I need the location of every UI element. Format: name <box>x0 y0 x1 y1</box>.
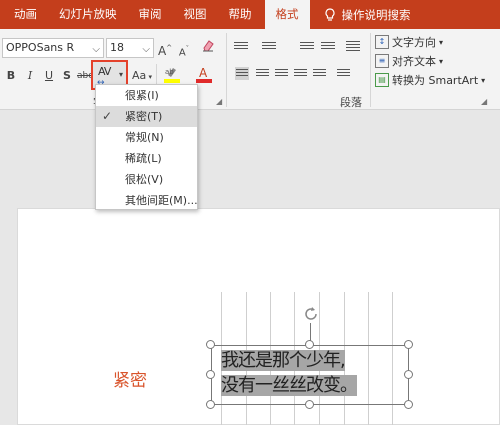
ribbon: OPPOSans R ⌵ 18 ⌵ A^ Aˇ B I U S abc AV ↔… <box>0 29 500 110</box>
chevron-down-icon: ▾ <box>439 56 444 66</box>
menu-item-label: 很松 <box>125 173 147 186</box>
menu-item-key: (M)... <box>169 194 198 207</box>
resize-handle[interactable] <box>404 370 413 379</box>
grow-font-label: A <box>158 44 167 58</box>
text-direction-icon: ↕ <box>375 35 389 49</box>
font-size-combo[interactable]: 18 ⌵ <box>106 38 154 58</box>
justify-icon[interactable] <box>294 69 307 78</box>
chevron-down-icon: ▾ <box>118 70 123 79</box>
tab-slideshow[interactable]: 幻灯片放映 <box>48 0 128 29</box>
rotate-handle-icon[interactable] <box>302 305 320 323</box>
tab-animation[interactable]: 动画 <box>0 0 48 29</box>
font-name-combo[interactable]: OPPOSans R ⌵ <box>2 38 104 58</box>
slide-label-text[interactable]: 紧密 <box>113 366 147 391</box>
menu-item-key: (L) <box>147 152 162 165</box>
svg-text:ab: ab <box>165 68 174 76</box>
menu-item-label: 紧密 <box>125 110 147 123</box>
shrink-font-button[interactable]: Aˇ <box>177 40 191 58</box>
svg-text:A: A <box>199 66 208 80</box>
tell-me-search[interactable]: 操作说明搜索 <box>312 7 411 23</box>
dialog-launcher-icon[interactable]: ◢ <box>216 97 222 106</box>
align-right-icon[interactable] <box>275 69 288 78</box>
spacing-icon-label: AV <box>98 65 111 78</box>
menu-item-key: (N) <box>147 131 164 144</box>
resize-handle[interactable] <box>305 340 314 349</box>
paragraph-group-label: 段落 <box>340 96 362 109</box>
menu-item-tight[interactable]: ✓ 紧密(T) <box>96 106 197 127</box>
grow-font-button[interactable]: A^ <box>158 39 172 58</box>
change-case-button[interactable]: Aa ▾ <box>130 67 154 85</box>
increase-indent-icon[interactable] <box>321 42 335 51</box>
resize-handle[interactable] <box>404 340 413 349</box>
highlight-color-button[interactable]: ab <box>161 65 183 83</box>
lightbulb-icon <box>324 7 336 22</box>
decrease-indent-icon[interactable] <box>300 42 314 51</box>
numbering-icon[interactable] <box>262 42 276 51</box>
tell-me-label: 操作说明搜索 <box>341 7 411 22</box>
convert-smartart-button[interactable]: ▤ 转换为 SmartArt ▾ <box>375 72 485 88</box>
chevron-down-icon: ▾ <box>481 75 486 85</box>
character-spacing-menu: 很紧(I) ✓ 紧密(T) 常规(N) 稀疏(L) 很松(V) 其他间距(M).… <box>95 84 198 210</box>
text-direction-label: 文字方向 <box>392 36 436 49</box>
align-text-label: 对齐文本 <box>392 55 436 68</box>
align-text-button[interactable]: ≡ 对齐文本 ▾ <box>375 53 443 69</box>
align-left-icon[interactable] <box>235 67 249 80</box>
align-center-icon[interactable] <box>256 69 269 78</box>
menu-item-label: 很紧 <box>125 89 147 102</box>
smartart-icon: ▤ <box>375 73 389 87</box>
menu-item-more-spacing[interactable]: 其他间距(M)... <box>96 190 198 211</box>
menu-item-label: 常规 <box>125 131 147 144</box>
chevron-down-icon[interactable]: ⌵ <box>92 41 100 59</box>
menu-item-very-loose[interactable]: 很松(V) <box>96 169 197 190</box>
menu-item-label: 稀疏 <box>125 152 147 165</box>
textbox-line-1: 我还是那个少年, <box>221 350 346 371</box>
chevron-down-icon: ▾ <box>439 37 444 47</box>
menu-item-key: (T) <box>147 110 163 123</box>
divider <box>370 33 371 107</box>
bold-button[interactable]: B <box>5 67 17 85</box>
menu-item-loose[interactable]: 稀疏(L) <box>96 148 197 169</box>
columns-icon[interactable] <box>337 69 350 78</box>
divider <box>226 33 227 107</box>
clear-formatting-button[interactable] <box>200 38 216 56</box>
textbox-line-2: 没有一丝丝改变。 <box>221 375 358 396</box>
bullets-icon[interactable] <box>234 42 248 51</box>
resize-handle[interactable] <box>206 400 215 409</box>
smartart-label: 转换为 SmartArt <box>392 74 479 87</box>
font-size-value: 18 <box>110 41 124 54</box>
italic-button[interactable]: I <box>24 67 36 85</box>
highlighter-icon: ab <box>164 68 180 83</box>
underline-button[interactable]: U <box>43 67 55 85</box>
tab-view[interactable]: 视图 <box>173 0 218 29</box>
font-color-icon: A <box>196 66 212 83</box>
align-text-icon: ≡ <box>375 54 389 68</box>
tab-review[interactable]: 审阅 <box>128 0 173 29</box>
resize-handle[interactable] <box>206 370 215 379</box>
ribbon-tab-bar: 动画 幻灯片放映 审阅 视图 帮助 格式 操作说明搜索 <box>0 0 500 29</box>
change-case-label: Aa <box>131 69 147 82</box>
resize-handle[interactable] <box>404 400 413 409</box>
font-color-button[interactable]: A <box>193 65 215 83</box>
tab-format[interactable]: 格式 <box>264 0 310 29</box>
text-shadow-button[interactable]: S <box>61 67 73 85</box>
eraser-icon <box>203 40 214 52</box>
menu-item-very-tight[interactable]: 很紧(I) <box>96 85 197 106</box>
text-direction-button[interactable]: ↕ 文字方向 ▾ <box>375 34 443 50</box>
checkmark-icon: ✓ <box>102 109 113 123</box>
tab-help[interactable]: 帮助 <box>218 0 263 29</box>
menu-item-label: 其他间距 <box>125 194 169 207</box>
shrink-font-label: A <box>178 47 186 59</box>
resize-handle[interactable] <box>305 400 314 409</box>
textbox-content[interactable]: 我还是那个少年, 没有一丝丝改变。 <box>221 348 358 398</box>
dialog-launcher-icon[interactable]: ◢ <box>481 97 487 106</box>
distributed-icon[interactable] <box>313 69 326 78</box>
font-name-value: OPPOSans R <box>6 41 75 54</box>
resize-handle[interactable] <box>206 340 215 349</box>
divider <box>156 64 157 84</box>
menu-item-key: (V) <box>147 173 164 186</box>
menu-item-normal[interactable]: 常规(N) <box>96 127 197 148</box>
chevron-down-icon[interactable]: ⌵ <box>142 41 150 59</box>
line-spacing-icon[interactable] <box>346 41 360 53</box>
menu-item-key: (I) <box>147 89 159 102</box>
